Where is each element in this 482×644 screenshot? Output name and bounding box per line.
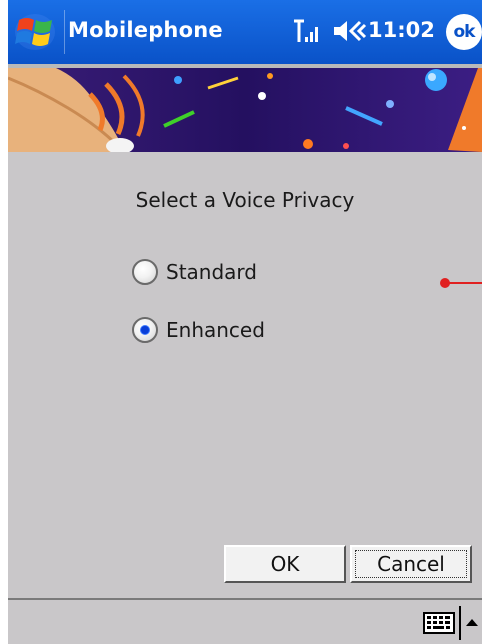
app-title: Mobilephone: [68, 18, 223, 42]
signal-strength-icon[interactable]: [292, 18, 322, 44]
menu-bar: [8, 598, 482, 644]
radio-standard[interactable]: Standard: [132, 255, 257, 289]
dialog-prompt: Select a Voice Privacy: [135, 188, 355, 212]
radio-standard-label[interactable]: Standard: [166, 260, 257, 284]
cancel-button[interactable]: Cancel: [350, 545, 472, 583]
ok-title-button[interactable]: ok: [446, 14, 482, 50]
annotation-marker-line: [446, 282, 482, 284]
radio-enhanced[interactable]: Enhanced: [132, 313, 265, 347]
menu-bar-separator: [459, 606, 461, 640]
keyboard-icon[interactable]: [422, 610, 456, 636]
voice-privacy-dialog: Select a Voice Privacy Standard Enhanced…: [8, 152, 482, 598]
windows-flag-icon[interactable]: [10, 8, 60, 56]
radio-checked-icon[interactable]: [132, 317, 158, 343]
clock[interactable]: 11:02: [368, 18, 435, 42]
title-bar: Mobilephone 11:02 ok: [8, 0, 482, 64]
speaker-volume-icon[interactable]: [332, 18, 368, 44]
radio-unchecked-icon[interactable]: [132, 259, 158, 285]
focus-rectangle: [355, 550, 467, 578]
banner-image: [8, 64, 482, 152]
radio-enhanced-label[interactable]: Enhanced: [166, 318, 265, 342]
title-separator: [64, 10, 65, 54]
up-arrow-icon[interactable]: [464, 614, 480, 628]
ok-button[interactable]: OK: [224, 545, 346, 583]
device-screen: Mobilephone 11:02 ok Select a Voice Priv…: [8, 0, 482, 644]
radio-dot: [141, 326, 149, 334]
